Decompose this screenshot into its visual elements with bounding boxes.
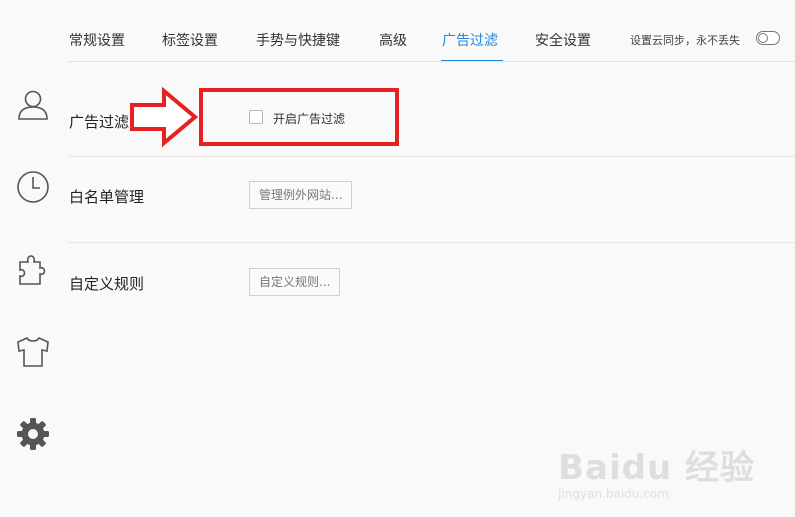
tab-general[interactable]: 常规设置 [69,30,125,50]
tab-bar-divider [68,61,795,62]
settings-tab-bar: 常规设置 标签设置 手势与快捷键 高级 广告过滤 安全设置 设置云同步，永不丢失 [0,0,795,62]
user-icon[interactable] [14,86,52,124]
tab-security[interactable]: 安全设置 [535,30,591,50]
cloud-sync-label: 设置云同步，永不丢失 [630,34,740,47]
watermark: Baidu 经验 jingyan.baidu.com [558,440,755,501]
custom-rules-label: 自定义规则 [69,275,145,293]
row-divider [68,156,795,157]
pointer-arrow-icon [130,86,199,148]
ad-filter-label: 广告过滤 [69,113,130,131]
highlight-box [199,88,399,146]
tab-ad-filter[interactable]: 广告过滤 [442,30,498,50]
watermark-logo: Baidu 经验 [558,448,755,488]
whitelist-label: 白名单管理 [69,188,145,206]
cloud-sync-toggle[interactable] [756,31,780,45]
watermark-url: jingyan.baidu.com [558,487,669,501]
row-divider [68,242,795,243]
shirt-icon[interactable] [14,333,52,371]
tab-tabs[interactable]: 标签设置 [162,30,218,50]
tab-advanced[interactable]: 高级 [379,30,407,50]
manage-exceptions-button[interactable]: 管理例外网站... [249,181,353,209]
toggle-knob [758,33,768,43]
puzzle-icon[interactable] [14,250,52,288]
gear-icon[interactable] [14,415,52,453]
custom-rules-button[interactable]: 自定义规则... [249,268,341,296]
clock-icon[interactable] [14,168,52,206]
tab-gestures-shortcuts[interactable]: 手势与快捷键 [256,30,340,50]
